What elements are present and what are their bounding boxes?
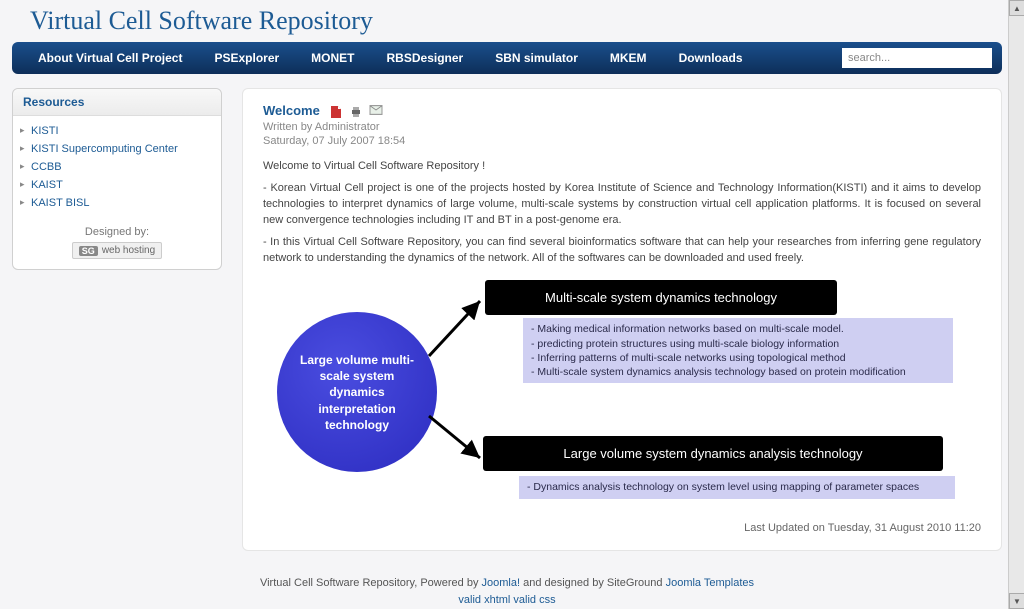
print-icon[interactable] (349, 105, 363, 119)
footer-valid-xhtml[interactable]: valid xhtml (458, 594, 510, 606)
article-author: Written by Administrator (263, 121, 981, 133)
nav-mkem[interactable]: MKEM (594, 51, 663, 65)
footer-link-templates[interactable]: Joomla Templates (666, 577, 754, 589)
article-date: Saturday, 07 July 2007 18:54 (263, 135, 981, 147)
resources-list: KISTI KISTI Supercomputing Center CCBB K… (13, 116, 221, 218)
host-label: web hosting (102, 245, 155, 256)
article-p3: - In this Virtual Cell Software Reposito… (263, 235, 981, 267)
last-updated: Last Updated on Tuesday, 31 August 2010 … (263, 522, 981, 534)
info-top-line2: - predicting protein structures using mu… (531, 337, 945, 351)
scroll-up-icon[interactable]: ▲ (1009, 0, 1024, 16)
diagram-info-bottom: - Dynamics analysis technology on system… (519, 476, 955, 498)
article-p2: - Korean Virtual Cell project is one of … (263, 181, 981, 229)
article-p1: Welcome to Virtual Cell Software Reposit… (263, 159, 981, 175)
search-input[interactable] (842, 48, 992, 68)
designed-label: Designed by: (85, 226, 149, 238)
sidebar-item-ccbb[interactable]: CCBB (13, 158, 221, 176)
sidebar-item-kisti[interactable]: KISTI (13, 122, 221, 140)
designed-by: Designed by: SG web hosting (13, 218, 221, 269)
vertical-scrollbar[interactable]: ▲ ▼ (1008, 0, 1024, 609)
main-nav: About Virtual Cell Project PSExplorer MO… (12, 42, 1002, 74)
footer: Virtual Cell Software Repository, Powere… (12, 575, 1002, 608)
scroll-down-icon[interactable]: ▼ (1009, 593, 1024, 609)
nav-sbn-simulator[interactable]: SBN simulator (479, 51, 594, 65)
sg-badge-icon: SG (79, 246, 98, 256)
footer-mid: and designed by SiteGround (520, 577, 666, 589)
info-top-line3: - Inferring patterns of multi-scale netw… (531, 351, 945, 365)
main-content: Welcome Written by Administrator Saturda… (242, 88, 1002, 551)
nav-about[interactable]: About Virtual Cell Project (22, 51, 198, 65)
diagram: Large volume multi-scale system dynamics… (263, 278, 981, 516)
sidebar-item-kaist[interactable]: KAIST (13, 176, 221, 194)
diagram-info-top: - Making medical information networks ba… (523, 318, 953, 383)
nav-psexplorer[interactable]: PSExplorer (198, 51, 295, 65)
web-hosting-link[interactable]: SG web hosting (72, 242, 162, 259)
info-top-line4: - Multi-scale system dynamics analysis t… (531, 365, 945, 379)
resources-box: Resources KISTI KISTI Supercomputing Cen… (12, 88, 222, 270)
sidebar-item-kaist-bisl[interactable]: KAIST BISL (13, 194, 221, 212)
pdf-icon[interactable] (329, 105, 343, 119)
diagram-circle: Large volume multi-scale system dynamics… (277, 312, 437, 472)
footer-valid-css[interactable]: valid css (513, 594, 555, 606)
sidebar-item-kisti-sc[interactable]: KISTI Supercomputing Center (13, 140, 221, 158)
diagram-box-top: Multi-scale system dynamics technology (485, 280, 837, 315)
email-icon[interactable] (369, 105, 383, 115)
resources-header: Resources (13, 89, 221, 116)
diagram-box-bottom: Large volume system dynamics analysis te… (483, 436, 943, 471)
nav-monet[interactable]: MONET (295, 51, 370, 65)
footer-prefix: Virtual Cell Software Repository, Powere… (260, 577, 482, 589)
footer-link-joomla[interactable]: Joomla! (482, 577, 521, 589)
nav-rbsdesigner[interactable]: RBSDesigner (371, 51, 480, 65)
info-top-line1: - Making medical information networks ba… (531, 322, 945, 336)
nav-downloads[interactable]: Downloads (663, 51, 759, 65)
article-title: Welcome (263, 103, 320, 118)
site-title: Virtual Cell Software Repository (12, 2, 1002, 42)
